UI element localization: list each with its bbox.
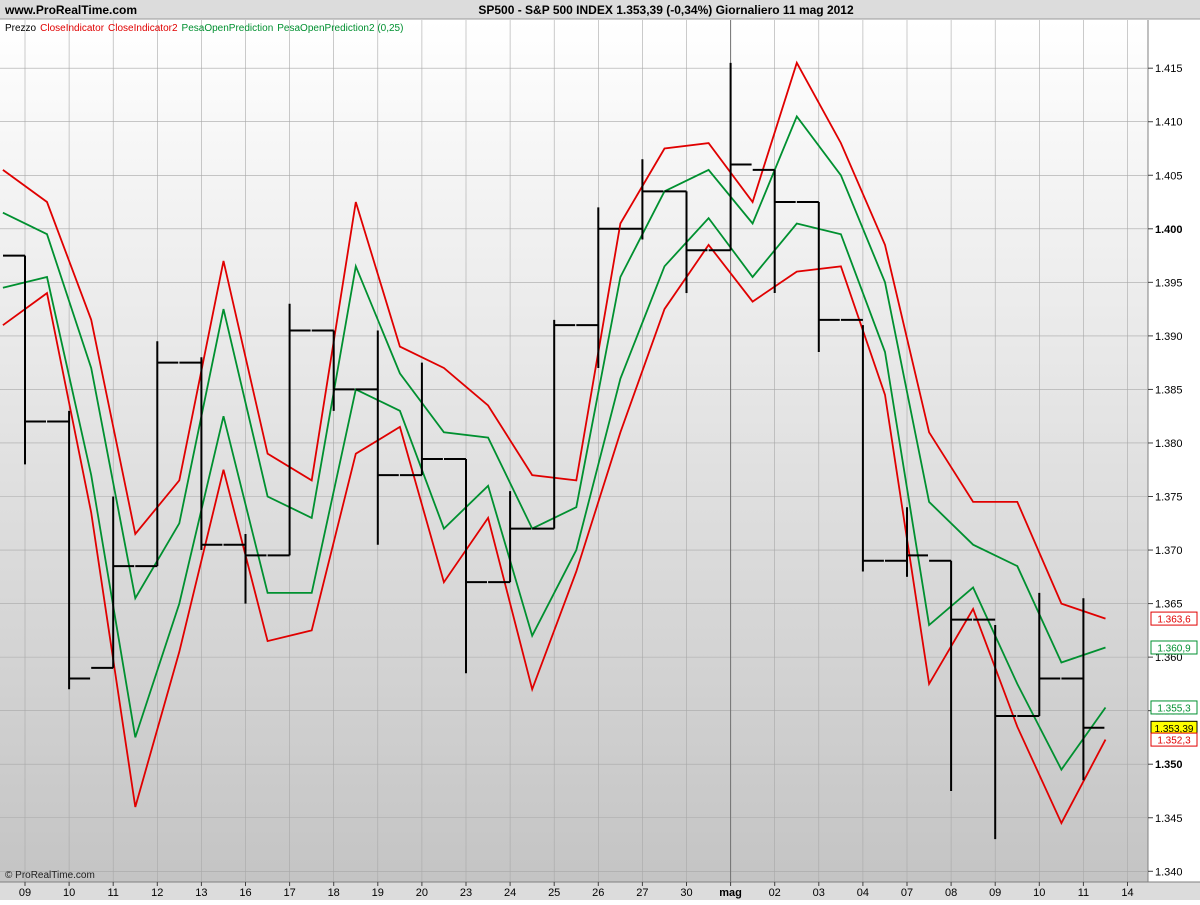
x-tick-label: 09 — [989, 887, 1001, 899]
y-tick-label: 1.345 — [1155, 813, 1183, 825]
chart-window: www.ProRealTime.com SP500 - S&P 500 INDE… — [0, 0, 1200, 900]
x-tick-label: 14 — [1121, 887, 1133, 899]
x-tick-label: 12 — [151, 887, 163, 899]
value-label-text: 1.352,3 — [1157, 736, 1191, 747]
site-name[interactable]: www.ProRealTime.com — [4, 3, 137, 17]
x-tick-label: 17 — [283, 887, 295, 899]
x-tick-label: 02 — [769, 887, 781, 899]
y-tick-label: 1.380 — [1155, 438, 1183, 450]
y-tick-label: 1.365 — [1155, 599, 1183, 611]
y-tick-label: 1.370 — [1155, 545, 1183, 557]
legend-prefix: Prezzo — [5, 23, 37, 34]
chart-title: SP500 - S&P 500 INDEX 1.353,39 (-0,34%) … — [478, 3, 854, 17]
y-tick-label: 1.395 — [1155, 277, 1183, 289]
y-tick-label: 1.390 — [1155, 331, 1183, 343]
legend-entry-pesa-open-prediction: PesaOpenPrediction — [182, 23, 274, 34]
value-label-text: 1.355,3 — [1157, 703, 1191, 714]
value-label-text: 1.363,6 — [1157, 615, 1191, 626]
x-tick-label: 10 — [1033, 887, 1045, 899]
x-tick-label: 19 — [372, 887, 384, 899]
legend: Prezzo CloseIndicator CloseIndicator2 PesaO… — [5, 23, 403, 34]
x-tick-label: 11 — [107, 887, 118, 899]
x-tick-label: 18 — [328, 887, 340, 899]
x-tick-label: 08 — [945, 887, 957, 899]
x-tick-label: 09 — [19, 887, 31, 899]
y-tick-label: 1.350 — [1155, 759, 1183, 771]
x-tick-label: 10 — [63, 887, 75, 899]
x-tick-label: 26 — [592, 887, 604, 899]
legend-entry-close-indicator-2: CloseIndicator2 — [108, 23, 178, 34]
x-tick-label: 04 — [857, 887, 869, 899]
x-tick-label: 24 — [504, 887, 516, 899]
x-tick-label: 16 — [239, 887, 251, 899]
x-tick-label: 03 — [813, 887, 825, 899]
x-tick-label: mag — [719, 887, 742, 899]
y-tick-label: 1.410 — [1155, 117, 1183, 129]
value-label: 1.360,9 — [1150, 640, 1198, 655]
x-tick-label: 27 — [636, 887, 648, 899]
value-label: 1.363,6 — [1150, 611, 1198, 626]
x-tick-label: 23 — [460, 887, 472, 899]
x-tick-label: 30 — [680, 887, 692, 899]
y-tick-label: 1.375 — [1155, 492, 1183, 504]
copyright-text: © ProRealTime.com — [5, 870, 95, 881]
x-tick-label: 20 — [416, 887, 428, 899]
y-tick-label: 1.340 — [1155, 866, 1183, 878]
y-tick-label: 1.415 — [1155, 63, 1183, 75]
plot-area[interactable] — [0, 20, 1148, 882]
legend-entry-pesa-open-prediction-2: PesaOpenPrediction2 (0,25) — [277, 23, 403, 34]
x-tick-label: 07 — [901, 887, 913, 899]
x-tick-label: 25 — [548, 887, 560, 899]
x-tick-label: 13 — [195, 887, 207, 899]
value-label-text: 1.360,9 — [1157, 643, 1191, 654]
price-axis — [1148, 20, 1200, 882]
legend-entry-close-indicator: CloseIndicator — [40, 23, 105, 34]
value-label: 1.352,3 — [1150, 732, 1198, 747]
y-tick-label: 1.405 — [1155, 170, 1183, 182]
legend-text: Prezzo CloseIndicator CloseIndicator2 PesaO… — [5, 23, 403, 34]
value-label: 1.355,3 — [1150, 700, 1198, 715]
y-tick-label: 1.400 — [1155, 224, 1183, 236]
x-tick-label: 11 — [1078, 887, 1089, 899]
y-tick-label: 1.385 — [1155, 384, 1183, 396]
price-chart[interactable]: www.ProRealTime.com SP500 - S&P 500 INDE… — [0, 0, 1200, 900]
